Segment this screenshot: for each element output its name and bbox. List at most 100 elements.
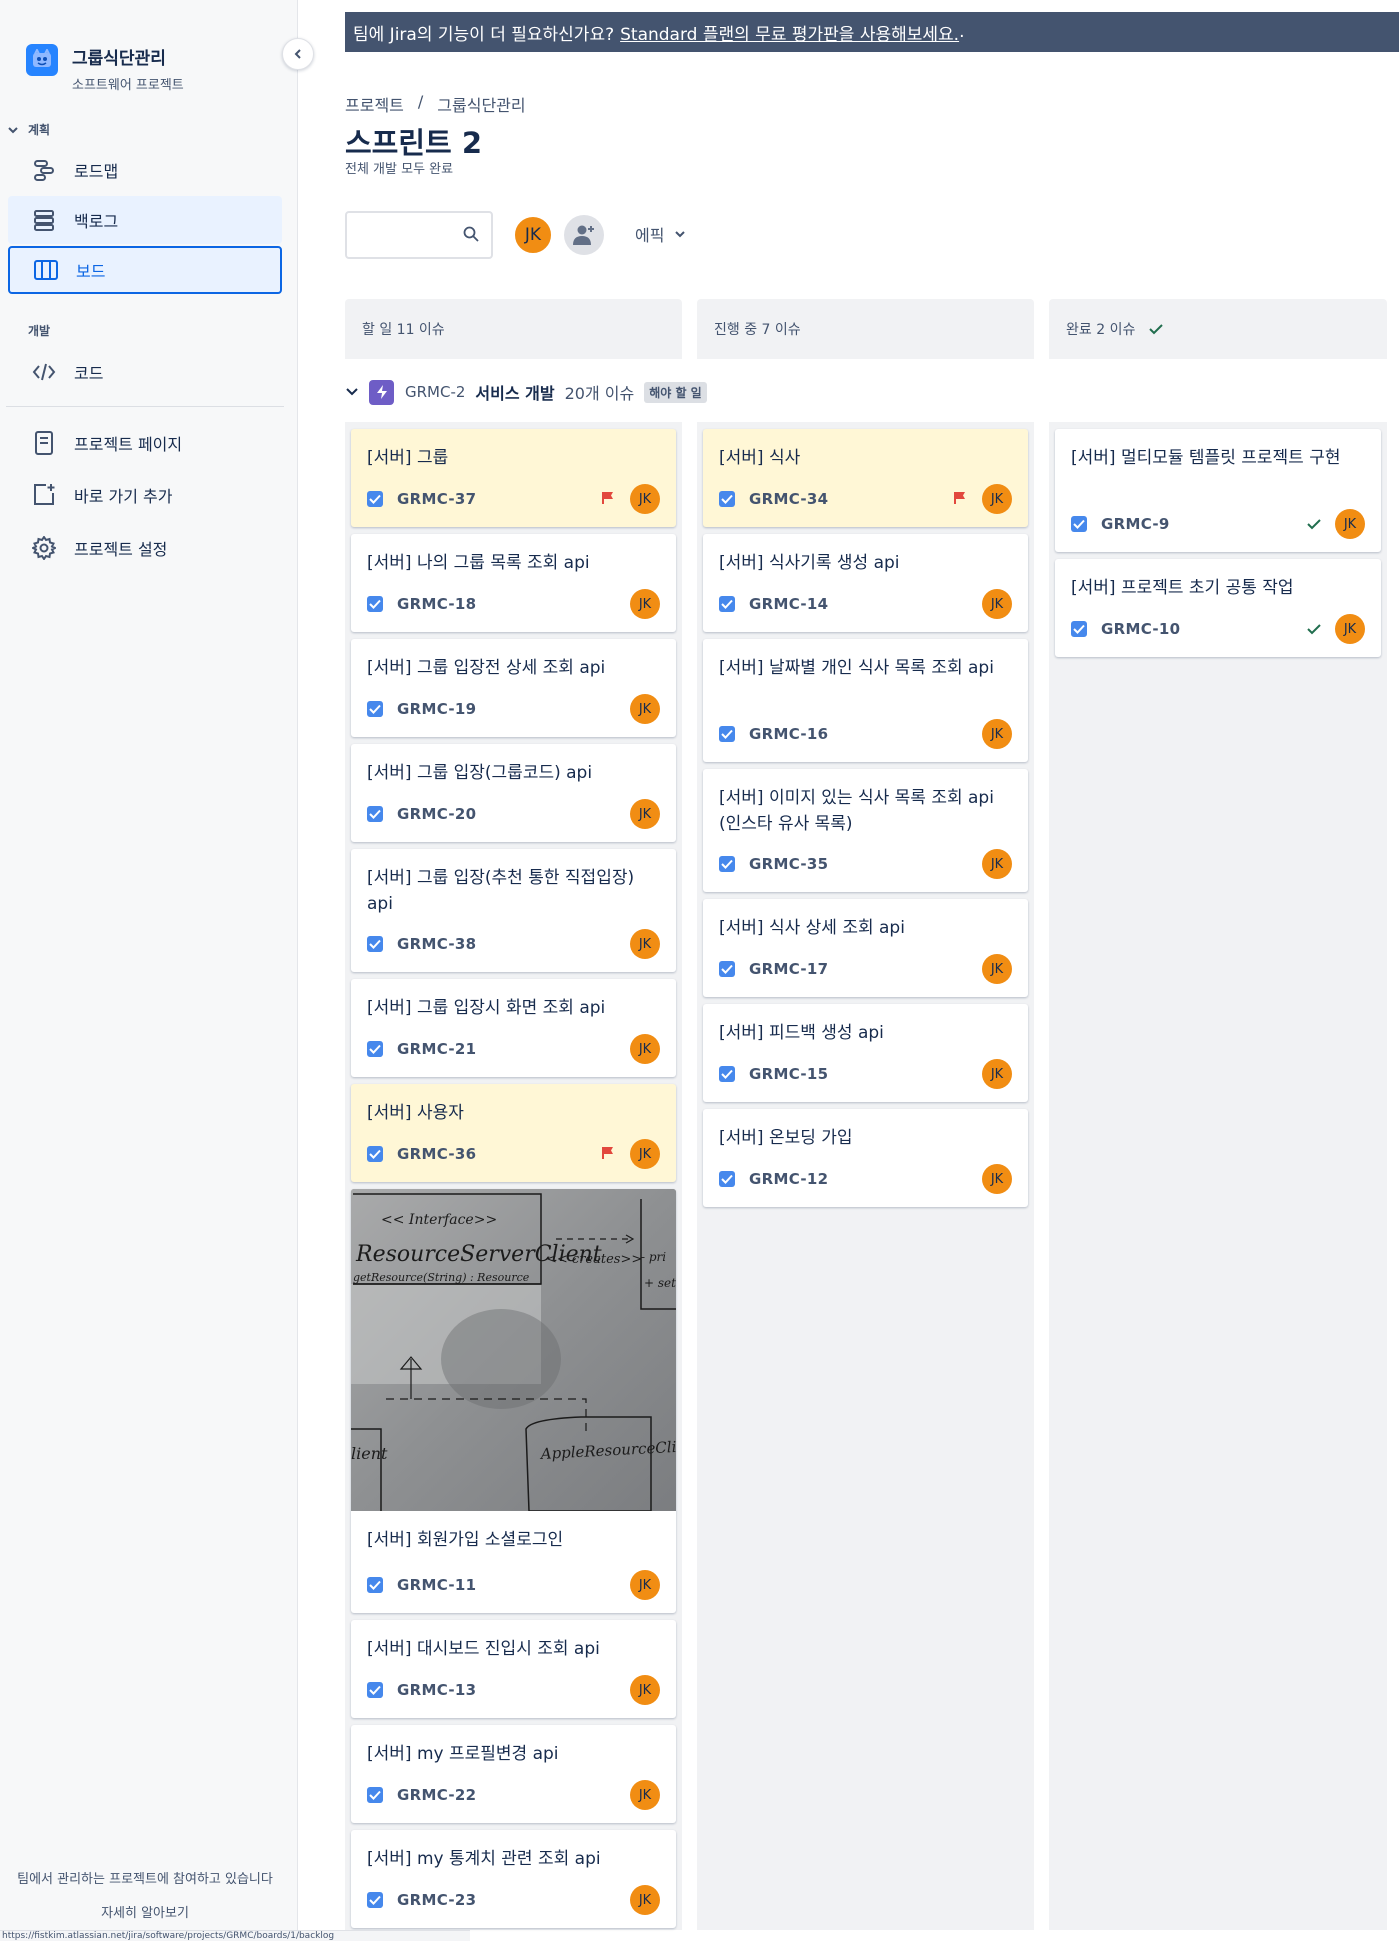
- user-filter-avatar[interactable]: JK: [513, 215, 553, 255]
- status-url: https://fistkim.atlassian.net/jira/softw…: [0, 1930, 470, 1941]
- issue-key[interactable]: GRMC-34: [749, 490, 828, 508]
- issue-card[interactable]: [서버] 나의 그룹 목록 조회 api GRMC-18 JK: [351, 534, 676, 632]
- sidebar-item-board[interactable]: 보드: [8, 246, 282, 294]
- assignee-avatar[interactable]: JK: [982, 1059, 1012, 1089]
- sidebar-item-code[interactable]: 코드: [8, 348, 282, 396]
- task-type-icon: [1071, 516, 1087, 532]
- chevron-down-icon: [8, 126, 18, 133]
- issue-key[interactable]: GRMC-14: [749, 595, 828, 613]
- task-type-icon: [719, 596, 735, 612]
- team-managed-note: 팀에서 관리하는 프로젝트에 참여하고 있습니다: [17, 1872, 273, 1887]
- column-header-done[interactable]: 완료 2 이슈: [1049, 299, 1387, 359]
- assignee-avatar[interactable]: JK: [982, 719, 1012, 749]
- issue-card[interactable]: [서버] 온보딩 가입 GRMC-12 JK: [703, 1109, 1028, 1207]
- chevron-down-icon: [675, 231, 686, 238]
- issue-card[interactable]: [서버] 식사기록 생성 api GRMC-14 JK: [703, 534, 1028, 632]
- issue-card[interactable]: [서버] 이미지 있는 식사 목록 조회 api (인스타 유사 목록) GRMC…: [703, 769, 1028, 892]
- assignee-avatar[interactable]: JK: [630, 484, 660, 514]
- issue-key[interactable]: GRMC-21: [397, 1040, 476, 1058]
- assignee-avatar[interactable]: JK: [630, 1034, 660, 1064]
- column-header-inprogress[interactable]: 진행 중 7 이슈: [697, 299, 1034, 359]
- breadcrumb-projects[interactable]: 프로젝트: [345, 92, 404, 116]
- issue-card[interactable]: [서버] 날짜별 개인 식사 목록 조회 api GRMC-16 JK: [703, 639, 1028, 762]
- issue-summary: [서버] 온보딩 가입: [719, 1128, 853, 1148]
- add-people-button[interactable]: [564, 215, 604, 255]
- issue-key[interactable]: GRMC-13: [397, 1681, 476, 1699]
- sidebar-divider: [6, 406, 284, 407]
- issue-card[interactable]: [서버] my 통계치 관련 조회 api GRMC-23 JK: [351, 1830, 676, 1928]
- sidebar-item-backlog[interactable]: 백로그: [8, 196, 282, 244]
- epic-filter-dropdown[interactable]: 에픽: [635, 222, 686, 246]
- issue-key[interactable]: GRMC-37: [397, 490, 476, 508]
- assignee-avatar[interactable]: JK: [630, 1570, 660, 1600]
- issue-card[interactable]: [서버] 그룹 입장시 화면 조회 api GRMC-21 JK: [351, 979, 676, 1077]
- issue-card[interactable]: [서버] 멀티모듈 템플릿 프로젝트 구현 GRMC-9 JK: [1055, 429, 1381, 552]
- assignee-avatar[interactable]: JK: [630, 694, 660, 724]
- epic-swimlane-header[interactable]: GRMC-2 서비스 개발 20개 이슈 해야 할 일: [345, 377, 707, 407]
- issue-card[interactable]: [서버] 그룹 GRMC-37 JK: [351, 429, 676, 527]
- issue-key[interactable]: GRMC-22: [397, 1786, 476, 1804]
- assignee-avatar[interactable]: JK: [630, 1885, 660, 1915]
- sidebar-item-project-settings[interactable]: 프로젝트 설정: [8, 524, 282, 572]
- search-input[interactable]: [355, 213, 465, 253]
- issue-card[interactable]: [서버] 식사 상세 조회 api GRMC-17 JK: [703, 899, 1028, 997]
- assignee-avatar[interactable]: JK: [1335, 509, 1365, 539]
- task-type-icon: [367, 1787, 383, 1803]
- assignee-avatar[interactable]: JK: [630, 1675, 660, 1705]
- issue-card[interactable]: [서버] 그룹 입장전 상세 조회 api GRMC-19 JK: [351, 639, 676, 737]
- sidebar-item-label: 백로그: [74, 212, 119, 231]
- issue-key[interactable]: GRMC-9: [1101, 515, 1170, 533]
- issue-key[interactable]: GRMC-15: [749, 1065, 828, 1083]
- issue-key[interactable]: GRMC-18: [397, 595, 476, 613]
- assignee-avatar[interactable]: JK: [630, 589, 660, 619]
- collapse-sidebar-button[interactable]: [282, 38, 314, 70]
- issue-key[interactable]: GRMC-23: [397, 1891, 476, 1909]
- issue-key[interactable]: GRMC-11: [397, 1576, 476, 1594]
- assignee-avatar[interactable]: JK: [630, 799, 660, 829]
- assignee-avatar[interactable]: JK: [982, 1164, 1012, 1194]
- issue-footer: GRMC-36 JK: [367, 1138, 660, 1170]
- trial-link[interactable]: Standard 플랜의 무료 평가판을 사용해보세요.: [620, 20, 959, 45]
- issue-card[interactable]: [서버] 프로젝트 초기 공통 작업 GRMC-10 JK: [1055, 559, 1381, 657]
- assignee-avatar[interactable]: JK: [630, 1139, 660, 1169]
- planning-section[interactable]: 계획: [8, 121, 50, 138]
- assignee-avatar[interactable]: JK: [630, 929, 660, 959]
- sidebar-item-add-shortcut[interactable]: 바로 가기 추가: [8, 471, 282, 519]
- breadcrumb-project[interactable]: 그룹식단관리: [437, 92, 525, 116]
- assignee-avatar[interactable]: JK: [982, 484, 1012, 514]
- column-header-todo[interactable]: 할 일 11 이슈: [345, 299, 682, 359]
- issue-card[interactable]: [서버] my 프로필변경 api GRMC-22 JK: [351, 1725, 676, 1823]
- issue-key[interactable]: GRMC-38: [397, 935, 476, 953]
- issue-key[interactable]: GRMC-19: [397, 700, 476, 718]
- sidebar-item-project-pages[interactable]: 프로젝트 페이지: [8, 419, 282, 467]
- issue-key[interactable]: GRMC-16: [749, 725, 828, 743]
- issue-card[interactable]: [서버] 사용자 GRMC-36 JK: [351, 1084, 676, 1182]
- assignee-avatar[interactable]: JK: [630, 1780, 660, 1810]
- learn-more-link[interactable]: 자세히 알아보기: [0, 1902, 290, 1921]
- search-box[interactable]: [345, 211, 493, 259]
- issue-card[interactable]: [서버] 그룹 입장(추천 통한 직접입장) api GRMC-38 JK: [351, 849, 676, 972]
- assignee-avatar[interactable]: JK: [1335, 614, 1365, 644]
- issue-key[interactable]: GRMC-12: [749, 1170, 828, 1188]
- issue-card[interactable]: << Interface>> ResourceServerClient getRes…: [351, 1189, 676, 1613]
- issue-key[interactable]: GRMC-10: [1101, 620, 1180, 638]
- issue-key[interactable]: GRMC-17: [749, 960, 828, 978]
- issue-key[interactable]: GRMC-36: [397, 1145, 476, 1163]
- search-icon: [463, 226, 479, 246]
- add-person-icon: [573, 225, 594, 245]
- issue-key[interactable]: GRMC-35: [749, 855, 828, 873]
- column-title: 완료 2 이슈: [1066, 322, 1136, 338]
- epic-issue-count: 20개 이슈: [564, 384, 635, 403]
- issue-key[interactable]: GRMC-20: [397, 805, 476, 823]
- project-header[interactable]: 그룹식단관리 소프트웨어 프로젝트: [26, 44, 184, 93]
- issue-summary: [서버] 대시보드 진입시 조회 api: [367, 1639, 600, 1659]
- issue-card[interactable]: [서버] 피드백 생성 api GRMC-15 JK: [703, 1004, 1028, 1102]
- assignee-avatar[interactable]: JK: [982, 849, 1012, 879]
- issue-card[interactable]: [서버] 대시보드 진입시 조회 api GRMC-13 JK: [351, 1620, 676, 1718]
- issue-card[interactable]: [서버] 그룹 입장(그룹코드) api GRMC-20 JK: [351, 744, 676, 842]
- sidebar-item-roadmap[interactable]: 로드맵: [8, 146, 282, 194]
- issue-card[interactable]: [서버] 식사 GRMC-34 JK: [703, 429, 1028, 527]
- assignee-avatar[interactable]: JK: [982, 954, 1012, 984]
- assignee-avatar[interactable]: JK: [982, 589, 1012, 619]
- page-icon: [30, 431, 58, 455]
